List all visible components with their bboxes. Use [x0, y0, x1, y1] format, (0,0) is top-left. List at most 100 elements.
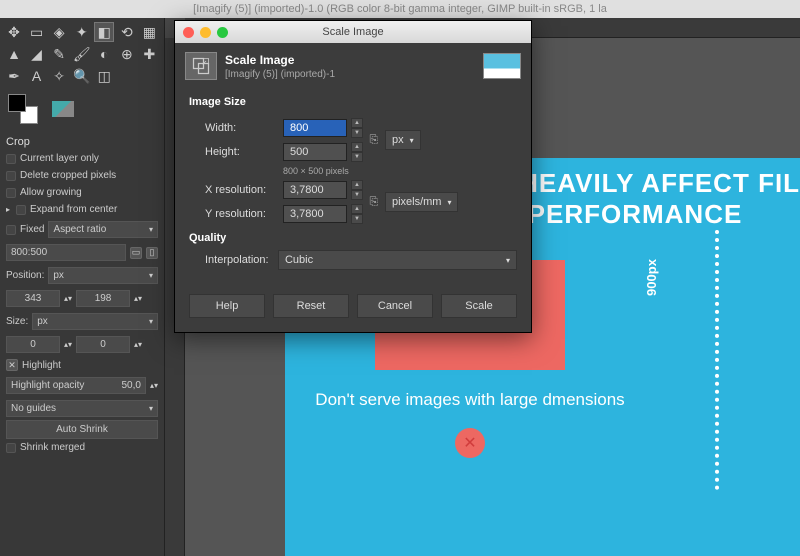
auto-shrink-button[interactable]: Auto Shrink [6, 420, 158, 439]
eraser-tool-icon[interactable]: ◐ [94, 44, 114, 64]
height-label: Height: [205, 146, 277, 158]
tool-grid: ✥ ▭ ◈ ✦ ◧ ⟲ ▦ ▲ ◢ ✎ 🖌 ◐ ⊕ ✚ ✒ A ✧ 🔍 ◫ [0, 18, 164, 90]
width-input[interactable]: 800 [283, 119, 347, 137]
minimize-window-icon[interactable] [200, 27, 211, 38]
color-swatches [0, 90, 164, 128]
allow-growing-label: Allow growing [20, 187, 82, 198]
art-left-text: Don't serve images with large dmensions [305, 388, 635, 412]
width-up-spinner[interactable]: ▲ [351, 118, 363, 128]
orient-h-icon[interactable]: ▭ [130, 247, 142, 259]
highlight-checkbox[interactable]: ✕ [6, 359, 18, 371]
height-input[interactable]: 500 [283, 143, 347, 161]
xres-down-spinner[interactable]: ▼ [351, 190, 363, 200]
aspect-ratio-label: Aspect ratio [53, 224, 106, 235]
heal-tool-icon[interactable]: ✚ [139, 44, 159, 64]
delete-cropped-checkbox[interactable] [6, 171, 16, 181]
yres-down-spinner[interactable]: ▼ [351, 214, 363, 224]
help-button[interactable]: Help [189, 294, 265, 318]
dimensions-note: 800 × 500 pixels [283, 166, 517, 176]
xres-label: X resolution: [205, 184, 277, 196]
height-down-spinner[interactable]: ▼ [351, 152, 363, 162]
size-label: Size: [6, 316, 28, 327]
active-image-thumb[interactable] [52, 101, 74, 117]
highlight-opacity-slider[interactable]: Highlight opacity50,0 [6, 377, 146, 394]
fixed-label: Fixed [20, 224, 44, 235]
lasso-tool-icon[interactable]: ◈ [49, 22, 69, 42]
art-heading-b: PERFORMANCE [528, 199, 743, 229]
cancel-button[interactable]: Cancel [357, 294, 433, 318]
highlight-label: Highlight [22, 360, 61, 371]
quality-section-label: Quality [189, 232, 517, 244]
width-down-spinner[interactable]: ▼ [351, 128, 363, 138]
picker-tool-icon[interactable]: ✧ [49, 66, 69, 86]
align-tool-icon[interactable]: ▦ [139, 22, 159, 42]
expand-center-label: Expand from center [30, 204, 117, 215]
scale-image-icon [185, 52, 217, 80]
chevron-down-icon: ▾ [149, 317, 153, 326]
text-tool-icon[interactable]: A [27, 66, 47, 86]
link-dimensions-icon[interactable]: ⎘ [367, 126, 381, 154]
position-y-input[interactable]: 198 [76, 290, 130, 307]
tool-options-title: Crop [6, 134, 158, 150]
interpolation-select[interactable]: Cubic▾ [278, 250, 517, 270]
shrink-merged-checkbox[interactable] [6, 443, 16, 453]
window-controls [183, 27, 228, 38]
yres-input[interactable]: 3,7800 [283, 205, 347, 223]
height-up-spinner[interactable]: ▲ [351, 142, 363, 152]
wand-tool-icon[interactable]: ✦ [72, 22, 92, 42]
current-layer-label: Current layer only [20, 153, 99, 164]
fg-color-swatch[interactable] [8, 94, 26, 112]
path-tool-icon[interactable]: ✒ [4, 66, 24, 86]
pencil-tool-icon[interactable]: ✎ [49, 44, 69, 64]
aspect-value[interactable]: 800:500 [11, 247, 47, 258]
delete-cropped-label: Delete cropped pixels [20, 170, 116, 181]
aspect-ratio-select[interactable]: Aspect ratio ▾ [48, 221, 158, 238]
link-resolution-icon[interactable]: ⎘ [367, 188, 381, 216]
bucket-tool-icon[interactable]: ▲ [4, 44, 24, 64]
image-thumbnail [483, 53, 521, 79]
yres-up-spinner[interactable]: ▲ [351, 204, 363, 214]
chevron-down-icon: ▾ [149, 404, 153, 413]
clone-tool-icon[interactable]: ⊕ [117, 44, 137, 64]
xres-input[interactable]: 3,7800 [283, 181, 347, 199]
chevron-down-icon: ▾ [149, 225, 153, 234]
size-unit-select[interactable]: px▾ [385, 130, 421, 150]
error-badge-icon: ✕ [455, 428, 485, 458]
brush-tool-icon[interactable]: 🖌 [72, 44, 92, 64]
scale-button[interactable]: Scale [441, 294, 517, 318]
position-label: Position: [6, 270, 44, 281]
yres-label: Y resolution: [205, 208, 277, 220]
guides-select[interactable]: No guides▾ [6, 400, 158, 417]
move-tool-icon[interactable]: ✥ [4, 22, 24, 42]
dialog-titlebar[interactable]: Scale Image [175, 21, 531, 43]
size-unit-select[interactable]: px▾ [32, 313, 158, 330]
reset-button[interactable]: Reset [273, 294, 349, 318]
zoom-window-icon[interactable] [217, 27, 228, 38]
chevron-down-icon: ▾ [506, 256, 510, 265]
xres-up-spinner[interactable]: ▲ [351, 180, 363, 190]
image-size-section-label: Image Size [189, 96, 517, 108]
gradient-tool-icon[interactable]: ◢ [27, 44, 47, 64]
allow-growing-checkbox[interactable] [6, 188, 16, 198]
scale-image-dialog: Scale Image Scale Image[Imagify (5)] (im… [174, 20, 532, 333]
position-x-input[interactable]: 343 [6, 290, 60, 307]
chevron-down-icon: ▾ [410, 136, 414, 145]
rect-select-icon[interactable]: ▭ [27, 22, 47, 42]
fixed-checkbox[interactable] [6, 225, 16, 235]
shrink-merged-label: Shrink merged [20, 442, 85, 453]
orient-v-icon[interactable]: ▯ [146, 247, 158, 259]
size-y-input[interactable]: 0 [76, 336, 130, 353]
size-x-input[interactable]: 0 [6, 336, 60, 353]
rotate-tool-icon[interactable]: ⟲ [117, 22, 137, 42]
width-label: Width: [205, 122, 277, 134]
expand-center-checkbox[interactable] [16, 205, 26, 215]
measure-tool-icon[interactable]: ◫ [94, 66, 114, 86]
close-window-icon[interactable] [183, 27, 194, 38]
current-layer-checkbox[interactable] [6, 154, 16, 164]
position-unit-select[interactable]: px▾ [48, 267, 158, 284]
dialog-title: Scale Image [322, 26, 383, 38]
resolution-unit-select[interactable]: pixels/mm▾ [385, 192, 459, 212]
zoom-tool-icon[interactable]: 🔍 [72, 66, 92, 86]
chevron-down-icon: ▾ [447, 198, 451, 207]
crop-tool-icon[interactable]: ◧ [94, 22, 114, 42]
